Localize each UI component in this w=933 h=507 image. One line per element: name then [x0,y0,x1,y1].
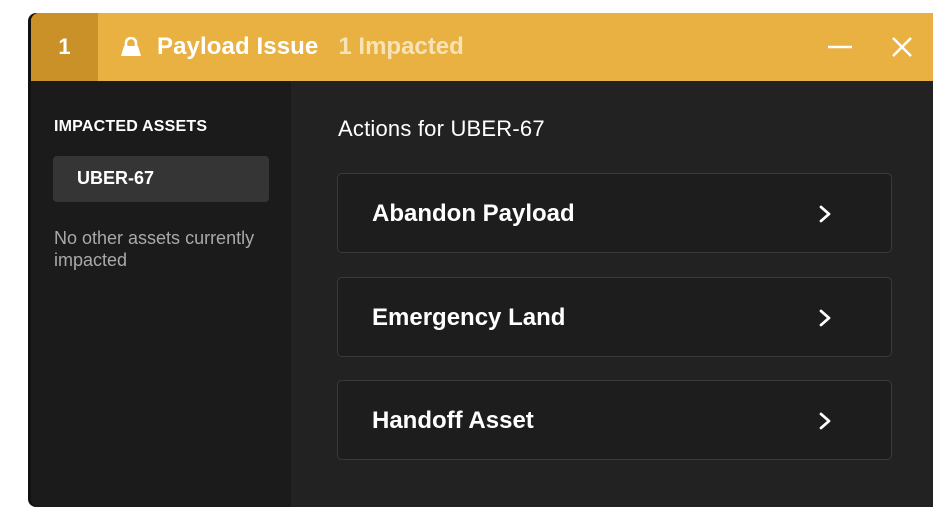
alert-title: Payload Issue [157,33,319,60]
title-bar: 1 Payload Issue 1 Impacted [31,13,933,81]
action-label: Handoff Asset [372,407,534,434]
window-controls [827,13,915,81]
impacted-count: 1 Impacted [338,33,464,60]
abandon-payload-button[interactable]: Abandon Payload [337,173,892,253]
payload-issue-window: 1 Payload Issue 1 Impacted IMPACTED ASSE… [31,13,933,507]
minimize-icon[interactable] [827,34,853,60]
chevron-right-icon [819,412,831,430]
sidebar-heading: IMPACTED ASSETS [54,118,208,135]
lock-icon [119,35,143,59]
actions-heading: Actions for UBER-67 [338,116,545,141]
actions-panel: Actions for UBER-67 Abandon Payload Emer… [291,81,933,507]
handoff-asset-button[interactable]: Handoff Asset [337,380,892,460]
no-other-assets-note: No other assets currently impacted [54,228,255,270]
chevron-right-icon [819,309,831,327]
action-label: Emergency Land [372,304,566,331]
impacted-assets-sidebar: IMPACTED ASSETS UBER-67 No other assets … [31,81,291,507]
action-label: Abandon Payload [372,200,575,227]
asset-label: UBER-67 [77,168,155,188]
sidebar-item-uber-67[interactable]: UBER-67 [53,156,269,202]
issue-count-badge: 1 [31,13,98,81]
close-icon[interactable] [889,34,915,60]
chevron-right-icon [819,205,831,223]
emergency-land-button[interactable]: Emergency Land [337,277,892,357]
